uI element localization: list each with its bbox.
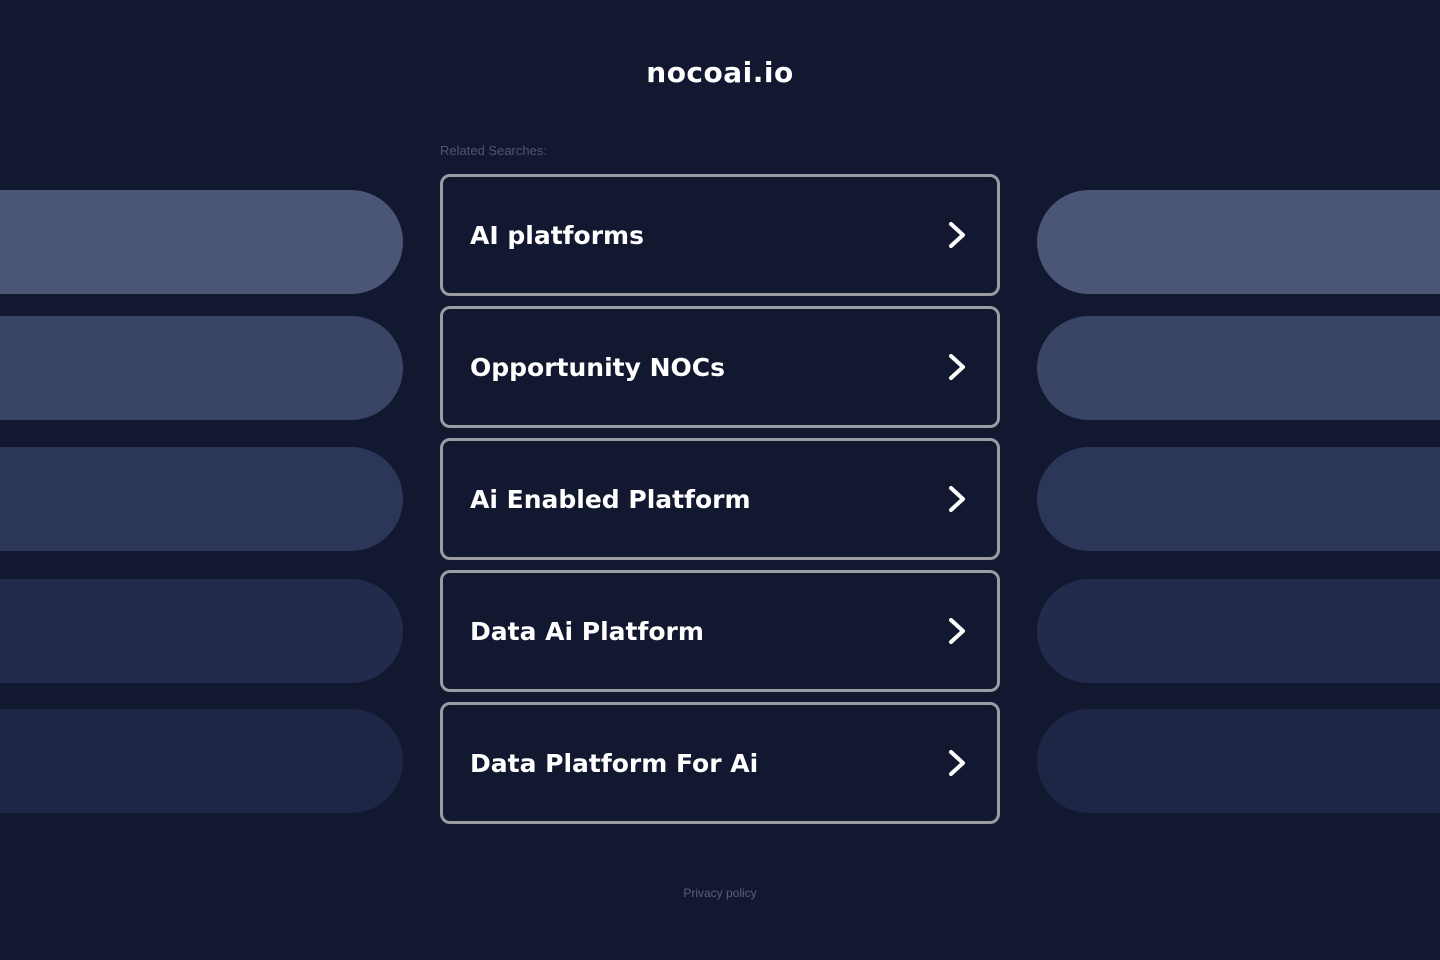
page: nocoai.io Related Searches: AI platforms… (0, 0, 1440, 960)
related-search-link[interactable]: AI platforms (440, 174, 1000, 296)
decorative-pill (0, 447, 403, 551)
decorative-pill (0, 316, 403, 420)
decorative-pill (1037, 316, 1440, 420)
related-searches-list: AI platforms Opportunity NOCs Ai Enabled… (440, 174, 1000, 834)
related-search-label: AI platforms (470, 220, 644, 250)
chevron-right-icon (949, 618, 965, 644)
related-search-label: Opportunity NOCs (470, 352, 726, 382)
related-searches-label: Related Searches: (440, 143, 547, 158)
chevron-right-icon (949, 750, 965, 776)
related-search-link[interactable]: Ai Enabled Platform (440, 438, 1000, 560)
related-search-label: Data Ai Platform (470, 616, 704, 646)
decorative-pill (0, 190, 403, 294)
related-search-link[interactable]: Data Platform For Ai (440, 702, 1000, 824)
chevron-right-icon (949, 486, 965, 512)
decorative-pill (0, 579, 403, 683)
decorative-pill (0, 709, 403, 813)
site-title: nocoai.io (646, 56, 794, 89)
privacy-policy-link[interactable]: Privacy policy (0, 886, 1440, 900)
related-search-label: Ai Enabled Platform (470, 484, 751, 514)
related-search-link[interactable]: Opportunity NOCs (440, 306, 1000, 428)
related-search-link[interactable]: Data Ai Platform (440, 570, 1000, 692)
decorative-pill (1037, 190, 1440, 294)
chevron-right-icon (949, 222, 965, 248)
chevron-right-icon (949, 354, 965, 380)
decorative-pill (1037, 579, 1440, 683)
decorative-pill (1037, 447, 1440, 551)
decorative-pill (1037, 709, 1440, 813)
related-search-label: Data Platform For Ai (470, 748, 759, 778)
